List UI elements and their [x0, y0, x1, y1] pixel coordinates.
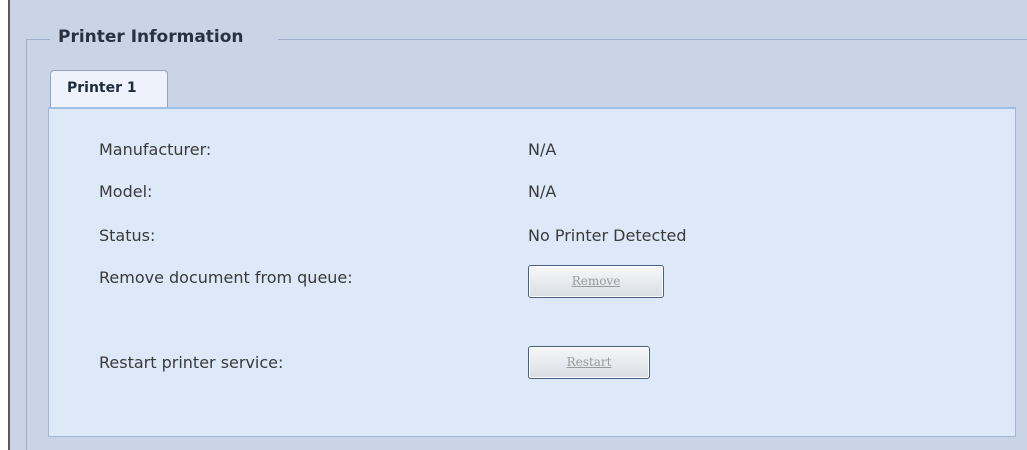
tab-label: Printer 1	[67, 80, 137, 96]
fieldset-border	[26, 39, 27, 450]
remove-button[interactable]: Remove	[528, 265, 664, 298]
restart-button[interactable]: Restart	[528, 346, 650, 379]
manufacturer-value: N/A	[528, 140, 557, 159]
fieldset-border	[26, 39, 50, 40]
manufacturer-label: Manufacturer:	[99, 140, 212, 159]
tab-printer-1[interactable]: Printer 1	[50, 70, 168, 108]
remove-queue-label: Remove document from queue:	[99, 268, 353, 287]
restart-service-label: Restart printer service:	[99, 353, 284, 372]
model-label: Model:	[99, 182, 153, 201]
model-value: N/A	[528, 182, 557, 201]
status-label: Status:	[99, 226, 156, 245]
fieldset-border	[278, 39, 1027, 40]
fieldset-legend: Printer Information	[58, 27, 244, 47]
status-value: No Printer Detected	[528, 226, 687, 245]
